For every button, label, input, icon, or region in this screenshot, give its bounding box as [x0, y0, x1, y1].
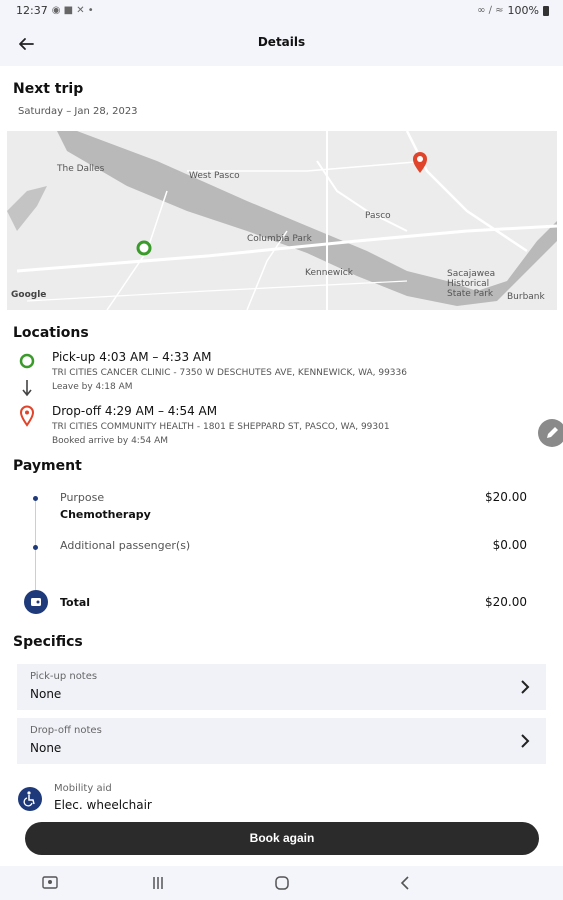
map-watermark: Google — [11, 290, 47, 300]
route-down-arrow-icon — [22, 380, 32, 397]
mobility-aid-value: Elec. wheelchair — [54, 798, 152, 812]
pencil-icon — [547, 427, 558, 438]
total-label: Total — [60, 596, 91, 609]
back-nav-icon[interactable] — [396, 874, 416, 892]
purpose-label: Purpose — [60, 491, 105, 504]
dropoff-notes-label: Drop-off notes — [30, 725, 102, 736]
dropoff-arrive-by: Booked arrive by 4:54 AM — [52, 436, 169, 446]
payment-dot — [33, 496, 38, 501]
wallet-icon — [24, 590, 48, 614]
status-right: ∞ ∕ ≈ 100% — [477, 4, 549, 17]
wheelchair-icon — [18, 787, 42, 811]
map-label: West Pasco — [189, 171, 240, 181]
payment-heading: Payment — [13, 458, 82, 474]
dropoff-notes-card[interactable]: Drop-off notes None — [17, 718, 546, 764]
pickup-address: TRI CITIES CANCER CLINIC - 7350 W DESCHU… — [52, 368, 407, 378]
specifics-heading: Specifics — [13, 634, 83, 650]
map-label: Columbia Park — [247, 234, 312, 244]
app-bar: Details — [0, 22, 563, 66]
dropoff-marker-icon — [413, 152, 427, 173]
payment-dot — [33, 545, 38, 550]
map-label: Sacajawea Historical State Park — [447, 269, 496, 299]
chevron-right-icon — [521, 734, 530, 748]
passengers-label: Additional passenger(s) — [60, 539, 191, 552]
route-map[interactable]: The Dalles West Pasco Pasco Columbia Par… — [7, 131, 557, 310]
system-nav-bar — [0, 866, 563, 900]
purpose-value: Chemotherapy — [60, 508, 151, 521]
recent-apps-icon[interactable] — [148, 874, 168, 892]
map-label: The Dalles — [57, 164, 105, 174]
pickup-time: Pick-up 4:03 AM – 4:33 AM — [52, 350, 212, 364]
total-amount: $20.00 — [485, 595, 527, 609]
passengers-amount: $0.00 — [492, 538, 527, 552]
pickup-point-icon — [19, 353, 35, 369]
pickup-notes-value: None — [30, 687, 62, 701]
book-again-button[interactable]: Book again — [25, 822, 539, 855]
clock: 12:37 — [16, 4, 48, 17]
edit-button[interactable] — [538, 419, 563, 447]
mobility-aid-label: Mobility aid — [54, 783, 112, 794]
signal-icons: ∞ ∕ ≈ — [477, 5, 504, 16]
dropoff-address: TRI CITIES COMMUNITY HEALTH - 1801 E SHE… — [52, 422, 390, 432]
dropoff-notes-value: None — [30, 741, 62, 755]
status-left: 12:37 ◉ ■ ✕ • — [16, 4, 94, 17]
chevron-right-icon — [521, 680, 530, 694]
dropoff-point-icon — [19, 405, 35, 427]
payment-timeline — [35, 498, 36, 590]
accessibility-icon[interactable] — [40, 874, 60, 892]
pickup-notes-card[interactable]: Pick-up notes None — [17, 664, 546, 710]
home-icon[interactable] — [272, 874, 292, 892]
status-bar: 12:37 ◉ ■ ✕ • ∞ ∕ ≈ 100% — [0, 0, 563, 22]
next-trip-heading: Next trip — [13, 81, 84, 97]
map-label: Kennewick — [305, 268, 353, 278]
trip-date: Saturday – Jan 28, 2023 — [18, 106, 138, 117]
pickup-notes-label: Pick-up notes — [30, 671, 98, 682]
battery-level: 100% — [507, 4, 539, 17]
map-label: Burbank — [507, 292, 545, 302]
locations-heading: Locations — [13, 325, 89, 341]
pickup-leave-by: Leave by 4:18 AM — [52, 382, 133, 392]
battery-icon — [543, 5, 549, 16]
purpose-amount: $20.00 — [485, 490, 527, 504]
pickup-marker-icon — [136, 240, 152, 256]
page-title: Details — [257, 35, 306, 49]
notification-icons: ◉ ■ ✕ • — [51, 5, 94, 16]
map-label: Pasco — [365, 211, 391, 221]
dropoff-time: Drop-off 4:29 AM – 4:54 AM — [52, 404, 218, 418]
